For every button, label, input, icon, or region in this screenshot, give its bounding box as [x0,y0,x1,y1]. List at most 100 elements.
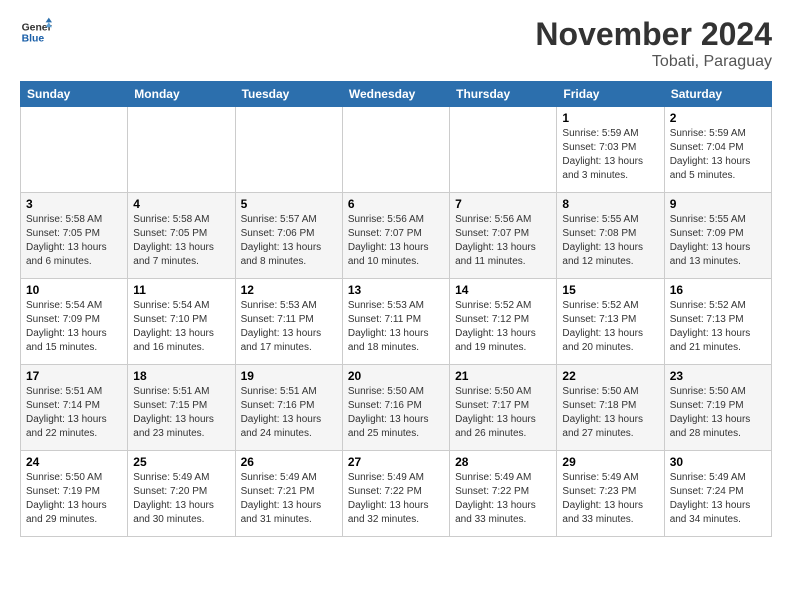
day-info: Sunrise: 5:58 AM Sunset: 7:05 PM Dayligh… [26,213,122,269]
day-number: 12 [241,283,337,297]
header-wednesday: Wednesday [342,82,449,107]
day-number: 9 [670,197,766,211]
calendar-cell-0-5: 1 Sunrise: 5:59 AM Sunset: 7:03 PM Daylig… [557,107,664,193]
day-number: 2 [670,111,766,125]
calendar-cell-2-6: 16Sunrise: 5:52 AM Sunset: 7:13 PM Dayli… [664,279,771,365]
day-info: Sunrise: 5:50 AM Sunset: 7:17 PM Dayligh… [455,385,551,441]
calendar-cell-2-5: 15Sunrise: 5:52 AM Sunset: 7:13 PM Dayli… [557,279,664,365]
svg-text:General: General [22,22,52,33]
calendar-cell-1-3: 6Sunrise: 5:56 AM Sunset: 7:07 PM Daylig… [342,193,449,279]
calendar-cell-3-1: 18Sunrise: 5:51 AM Sunset: 7:15 PM Dayli… [128,365,235,451]
subtitle: Tobati, Paraguay [535,53,772,71]
day-info: Sunrise: 5:49 AM Sunset: 7:24 PM Dayligh… [670,471,766,527]
calendar-cell-0-0 [21,107,128,193]
day-number: 7 [455,197,551,211]
day-number: 10 [26,283,122,297]
day-info: Sunrise: 5:58 AM Sunset: 7:05 PM Dayligh… [133,213,229,269]
day-number: 21 [455,369,551,383]
day-number: 22 [562,369,658,383]
day-info: Sunrise: 5:50 AM Sunset: 7:19 PM Dayligh… [670,385,766,441]
calendar-cell-2-0: 10Sunrise: 5:54 AM Sunset: 7:09 PM Dayli… [21,279,128,365]
day-number: 6 [348,197,444,211]
day-info: Sunrise: 5:50 AM Sunset: 7:18 PM Dayligh… [562,385,658,441]
day-info: Sunrise: 5:53 AM Sunset: 7:11 PM Dayligh… [348,299,444,355]
day-info: Sunrise: 5:49 AM Sunset: 7:20 PM Dayligh… [133,471,229,527]
calendar-cell-3-6: 23 Sunrise: 5:50 AM Sunset: 7:19 PM Dayli… [664,365,771,451]
calendar-cell-4-5: 29Sunrise: 5:49 AM Sunset: 7:23 PM Dayli… [557,451,664,537]
day-number: 5 [241,197,337,211]
day-info: Sunrise: 5:54 AM Sunset: 7:10 PM Dayligh… [133,299,229,355]
logo: General Blue [20,16,52,48]
calendar-cell-4-0: 24 Sunrise: 5:50 AM Sunset: 7:19 PM Dayli… [21,451,128,537]
day-number: 13 [348,283,444,297]
calendar-cell-3-2: 19 Sunrise: 5:51 AM Sunset: 7:16 PM Dayli… [235,365,342,451]
calendar-cell-3-0: 17 Sunrise: 5:51 AM Sunset: 7:14 PM Dayli… [21,365,128,451]
calendar-cell-4-6: 30Sunrise: 5:49 AM Sunset: 7:24 PM Dayli… [664,451,771,537]
calendar-header-row: Sunday Monday Tuesday Wednesday Thursday… [21,82,772,107]
calendar-cell-0-1 [128,107,235,193]
calendar-cell-4-4: 28 Sunrise: 5:49 AM Sunset: 7:22 PM Dayli… [450,451,557,537]
day-info: Sunrise: 5:51 AM Sunset: 7:16 PM Dayligh… [241,385,337,441]
month-title: November 2024 [535,16,772,53]
logo-icon: General Blue [20,16,52,48]
calendar-cell-4-1: 25 Sunrise: 5:49 AM Sunset: 7:20 PM Dayli… [128,451,235,537]
calendar-week-row-0: 1 Sunrise: 5:59 AM Sunset: 7:03 PM Daylig… [21,107,772,193]
day-number: 1 [562,111,658,125]
calendar-cell-4-3: 27 Sunrise: 5:49 AM Sunset: 7:22 PM Dayli… [342,451,449,537]
calendar-cell-0-2 [235,107,342,193]
day-info: Sunrise: 5:49 AM Sunset: 7:21 PM Dayligh… [241,471,337,527]
day-info: Sunrise: 5:59 AM Sunset: 7:04 PM Dayligh… [670,127,766,183]
day-number: 24 [26,455,122,469]
header: General Blue November 2024 Tobati, Parag… [20,16,772,71]
day-info: Sunrise: 5:50 AM Sunset: 7:16 PM Dayligh… [348,385,444,441]
calendar-cell-1-6: 9 Sunrise: 5:55 AM Sunset: 7:09 PM Daylig… [664,193,771,279]
calendar-cell-0-6: 2 Sunrise: 5:59 AM Sunset: 7:04 PM Daylig… [664,107,771,193]
calendar-week-row-3: 17 Sunrise: 5:51 AM Sunset: 7:14 PM Dayli… [21,365,772,451]
calendar-cell-2-2: 12 Sunrise: 5:53 AM Sunset: 7:11 PM Dayli… [235,279,342,365]
day-number: 25 [133,455,229,469]
day-number: 14 [455,283,551,297]
calendar-cell-3-3: 20Sunrise: 5:50 AM Sunset: 7:16 PM Dayli… [342,365,449,451]
day-info: Sunrise: 5:56 AM Sunset: 7:07 PM Dayligh… [455,213,551,269]
day-info: Sunrise: 5:51 AM Sunset: 7:14 PM Dayligh… [26,385,122,441]
calendar-cell-1-0: 3 Sunrise: 5:58 AM Sunset: 7:05 PM Daylig… [21,193,128,279]
header-friday: Friday [557,82,664,107]
day-number: 15 [562,283,658,297]
calendar-cell-1-5: 8Sunrise: 5:55 AM Sunset: 7:08 PM Daylig… [557,193,664,279]
calendar-cell-1-1: 4 Sunrise: 5:58 AM Sunset: 7:05 PM Daylig… [128,193,235,279]
calendar-cell-2-1: 11Sunrise: 5:54 AM Sunset: 7:10 PM Dayli… [128,279,235,365]
day-info: Sunrise: 5:57 AM Sunset: 7:06 PM Dayligh… [241,213,337,269]
day-number: 3 [26,197,122,211]
calendar-week-row-2: 10Sunrise: 5:54 AM Sunset: 7:09 PM Dayli… [21,279,772,365]
day-info: Sunrise: 5:49 AM Sunset: 7:22 PM Dayligh… [348,471,444,527]
calendar-cell-3-4: 21 Sunrise: 5:50 AM Sunset: 7:17 PM Dayli… [450,365,557,451]
day-number: 23 [670,369,766,383]
day-number: 28 [455,455,551,469]
day-info: Sunrise: 5:55 AM Sunset: 7:09 PM Dayligh… [670,213,766,269]
day-info: Sunrise: 5:52 AM Sunset: 7:12 PM Dayligh… [455,299,551,355]
calendar-cell-1-4: 7 Sunrise: 5:56 AM Sunset: 7:07 PM Daylig… [450,193,557,279]
page: General Blue November 2024 Tobati, Parag… [0,0,792,547]
calendar-week-row-1: 3 Sunrise: 5:58 AM Sunset: 7:05 PM Daylig… [21,193,772,279]
calendar-cell-0-4 [450,107,557,193]
day-number: 4 [133,197,229,211]
day-info: Sunrise: 5:59 AM Sunset: 7:03 PM Dayligh… [562,127,658,183]
day-number: 29 [562,455,658,469]
day-info: Sunrise: 5:49 AM Sunset: 7:22 PM Dayligh… [455,471,551,527]
day-number: 17 [26,369,122,383]
day-number: 19 [241,369,337,383]
header-tuesday: Tuesday [235,82,342,107]
calendar-cell-3-5: 22 Sunrise: 5:50 AM Sunset: 7:18 PM Dayli… [557,365,664,451]
header-sunday: Sunday [21,82,128,107]
day-number: 8 [562,197,658,211]
header-monday: Monday [128,82,235,107]
calendar-cell-2-4: 14 Sunrise: 5:52 AM Sunset: 7:12 PM Dayli… [450,279,557,365]
calendar-table: Sunday Monday Tuesday Wednesday Thursday… [20,81,772,537]
calendar-week-row-4: 24 Sunrise: 5:50 AM Sunset: 7:19 PM Dayli… [21,451,772,537]
day-number: 27 [348,455,444,469]
day-info: Sunrise: 5:50 AM Sunset: 7:19 PM Dayligh… [26,471,122,527]
calendar-cell-0-3 [342,107,449,193]
day-info: Sunrise: 5:53 AM Sunset: 7:11 PM Dayligh… [241,299,337,355]
calendar-cell-2-3: 13 Sunrise: 5:53 AM Sunset: 7:11 PM Dayli… [342,279,449,365]
day-number: 18 [133,369,229,383]
